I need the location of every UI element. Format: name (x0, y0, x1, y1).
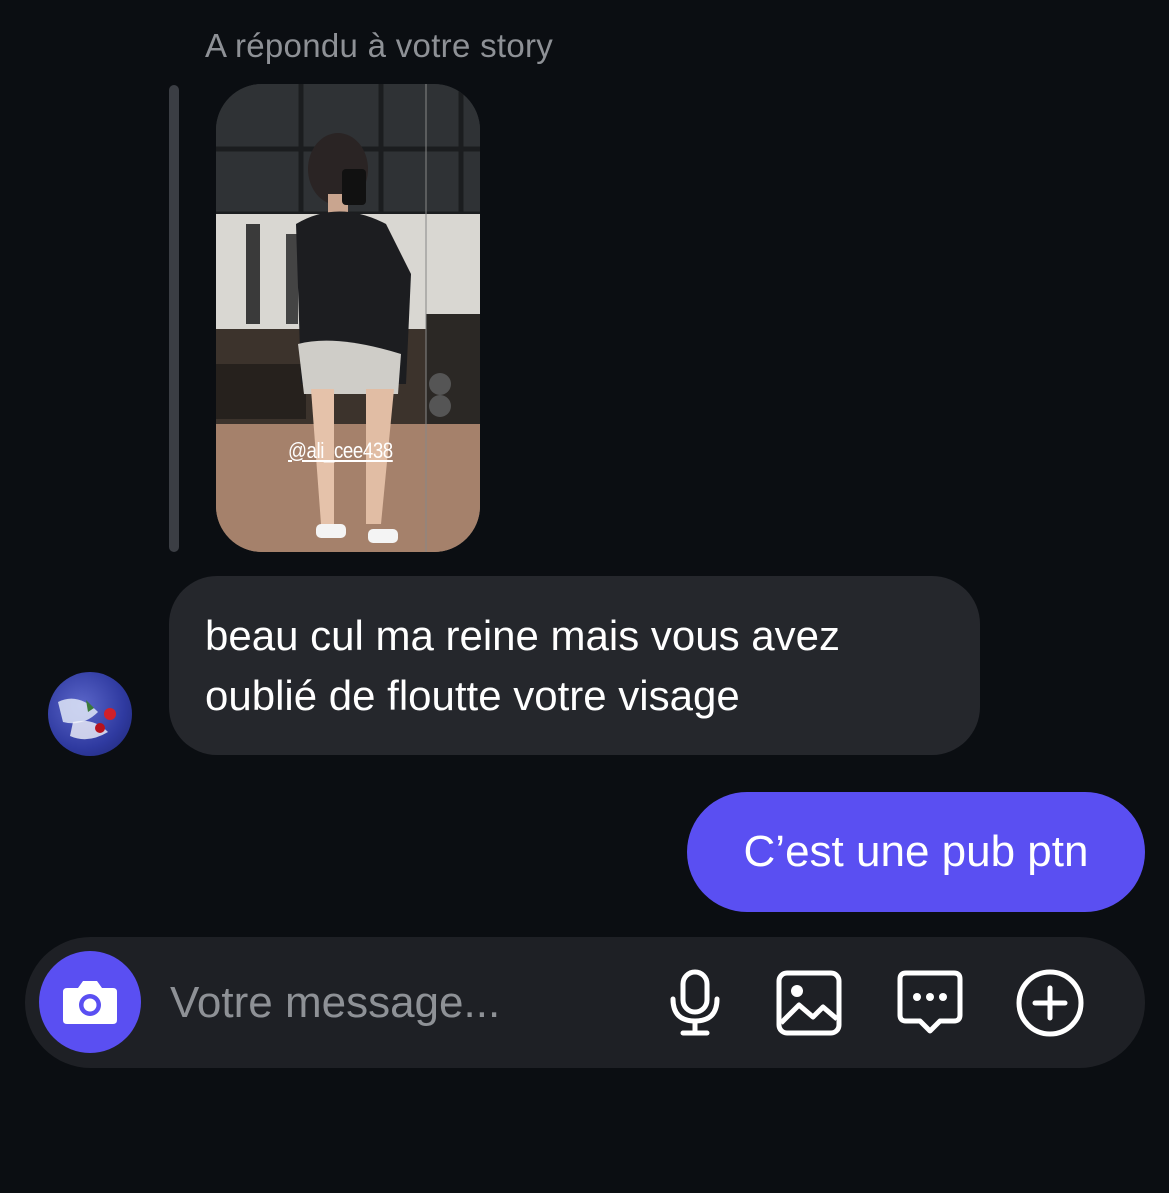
incoming-message-bubble[interactable]: beau cul ma reine mais vous avez oublié … (169, 576, 980, 755)
story-photo (216, 84, 480, 552)
gallery-button[interactable] (773, 967, 845, 1039)
message-line: oublié de floutte votre visage (205, 672, 740, 719)
camera-button[interactable] (39, 951, 141, 1053)
sticker-button[interactable] (894, 967, 966, 1039)
message-input[interactable] (170, 937, 640, 1068)
sticker-icon (897, 970, 963, 1034)
camera-icon (63, 981, 117, 1024)
microphone-icon (670, 969, 720, 1036)
reply-indicator-bar (169, 85, 179, 552)
plus-icon (1016, 969, 1084, 1037)
story-thumbnail[interactable]: @ali_cee438 (216, 84, 480, 552)
more-options-button[interactable] (1014, 967, 1086, 1039)
voice-message-button[interactable] (659, 967, 731, 1039)
story-mention-tag[interactable]: @ali_cee438 (288, 438, 393, 464)
sender-avatar[interactable] (48, 672, 132, 756)
image-icon (776, 970, 842, 1036)
avatar-image (58, 698, 116, 740)
message-composer (25, 937, 1145, 1068)
story-reply-caption: A répondu à votre story (205, 27, 554, 64)
message-line: beau cul ma reine mais vous avez (205, 612, 840, 659)
outgoing-message-bubble[interactable]: C’est une pub ptn (687, 792, 1145, 912)
